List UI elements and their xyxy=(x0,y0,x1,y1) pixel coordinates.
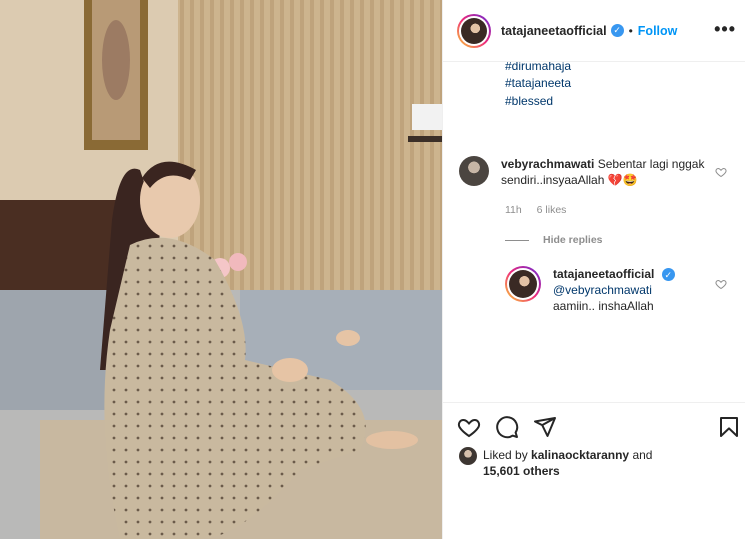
comments-list[interactable]: #dirumahaja #tatajaneeta #blessed vebyra… xyxy=(443,62,745,402)
follow-button[interactable]: Follow xyxy=(638,24,678,38)
comment-likes[interactable]: 6 likes xyxy=(537,204,567,216)
liker-username[interactable]: kalinaocktaranny xyxy=(531,448,629,462)
comment-like-heart-icon[interactable] xyxy=(715,166,727,178)
hashtag-link[interactable]: #blessed xyxy=(505,94,553,108)
hashtag-link[interactable]: #dirumahaja xyxy=(505,62,571,73)
comment-meta: 11h 6 likes xyxy=(505,204,578,216)
reply-text: aamiin.. inshaAllah xyxy=(553,299,654,313)
liked-by-prefix: Liked by xyxy=(483,448,528,462)
reply-body: tatajaneetaofficial ✓ @vebyrachmawati aa… xyxy=(553,266,675,314)
commenter-avatar[interactable] xyxy=(459,156,489,186)
more-icon[interactable]: ••• xyxy=(714,20,736,38)
verified-badge-icon: ✓ xyxy=(661,268,675,282)
post-photo-art xyxy=(0,0,442,539)
replies-divider-line xyxy=(505,239,529,241)
liked-by-and: and xyxy=(632,448,653,462)
likes-count[interactable]: 15,601 others xyxy=(483,464,560,478)
author-avatar[interactable] xyxy=(457,13,491,48)
post-photo[interactable] xyxy=(0,0,442,539)
author-username[interactable]: tatajaneetaofficial xyxy=(501,24,607,38)
reply-like-heart-icon[interactable] xyxy=(715,278,727,290)
comment-icon[interactable] xyxy=(495,415,519,439)
reply-item: tatajaneetaofficial ✓ @vebyrachmawati aa… xyxy=(505,266,715,314)
verified-badge-icon: ✓ xyxy=(610,24,624,37)
share-icon[interactable] xyxy=(533,415,557,439)
comment-age[interactable]: 11h xyxy=(505,204,522,216)
header-separator: • xyxy=(628,23,633,38)
heart-icon[interactable] xyxy=(457,415,481,439)
liker-avatar[interactable] xyxy=(459,447,477,465)
bookmark-icon[interactable] xyxy=(717,415,741,439)
hide-replies-label: Hide replies xyxy=(543,234,603,246)
comment-body: vebyrachmawati Sebentar lagi nggak sendi… xyxy=(501,156,709,188)
hashtag-link[interactable]: #tatajaneeta xyxy=(505,76,571,90)
reply-username[interactable]: tatajaneetaofficial xyxy=(553,267,654,281)
hide-replies-button[interactable]: Hide replies xyxy=(505,234,603,246)
comment-item: vebyrachmawati Sebentar lagi nggak sendi… xyxy=(459,156,709,188)
post-details-panel: tatajaneetaofficial ✓ • Follow ••• #diru… xyxy=(442,0,745,539)
liked-by: Liked by kalinaocktaranny and 15,601 oth… xyxy=(459,447,652,479)
post-actions: Liked by kalinaocktaranny and 15,601 oth… xyxy=(443,402,745,539)
reply-author-avatar[interactable] xyxy=(505,266,541,302)
commenter-username[interactable]: vebyrachmawati xyxy=(501,157,594,171)
reply-mention[interactable]: @vebyrachmawati xyxy=(553,283,652,297)
liked-by-text: Liked by kalinaocktaranny and 15,601 oth… xyxy=(483,447,652,479)
post-header: tatajaneetaofficial ✓ • Follow ••• xyxy=(443,0,745,62)
